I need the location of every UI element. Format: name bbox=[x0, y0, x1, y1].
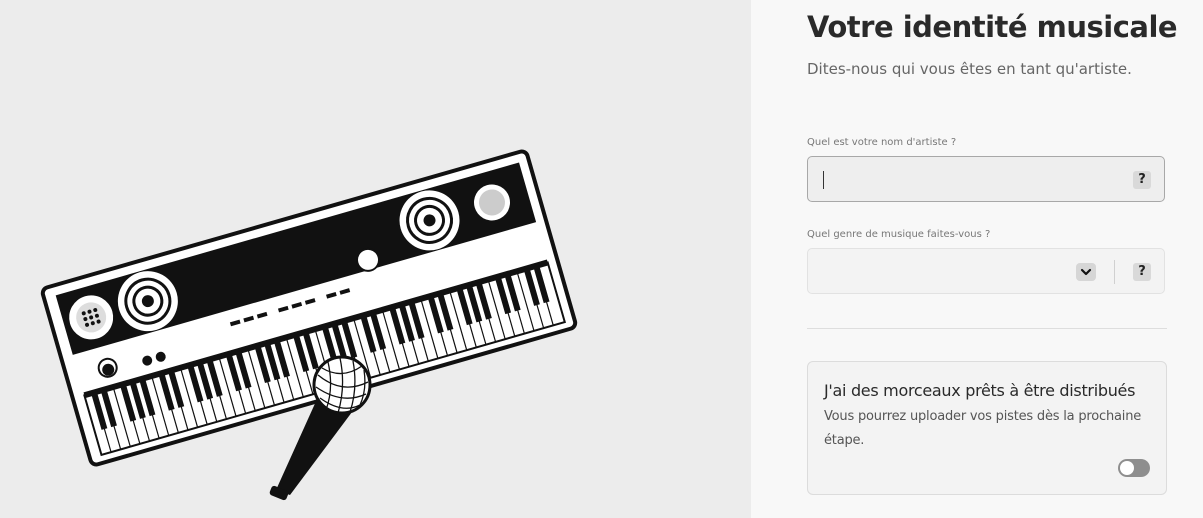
genre-label: Quel genre de musique faites-vous ? bbox=[807, 229, 991, 240]
page-title: Votre identité musicale bbox=[807, 10, 1178, 44]
keyboard-and-microphone-illustration bbox=[40, 149, 578, 501]
artist-name-label: Quel est votre nom d'artiste ? bbox=[807, 137, 957, 148]
toggle-knob bbox=[1120, 461, 1134, 475]
page-subtitle: Dites-nous qui vous êtes en tant qu'arti… bbox=[807, 60, 1132, 78]
text-caret bbox=[823, 171, 824, 189]
section-divider bbox=[807, 328, 1167, 329]
distribution-toggle[interactable] bbox=[1118, 459, 1150, 477]
distribution-card: J'ai des morceaux prêts à être distribué… bbox=[807, 361, 1167, 495]
illustration-panel bbox=[0, 0, 751, 518]
select-divider bbox=[1114, 260, 1115, 284]
distribution-title: J'ai des morceaux prêts à être distribué… bbox=[824, 381, 1136, 400]
artist-name-input[interactable]: ? bbox=[807, 156, 1165, 202]
genre-help-button[interactable]: ? bbox=[1133, 263, 1151, 281]
chevron-down-icon[interactable] bbox=[1076, 263, 1096, 281]
genre-select[interactable]: ? bbox=[807, 248, 1165, 294]
artist-name-help-button[interactable]: ? bbox=[1133, 171, 1151, 189]
distribution-description: Vous pourrez uploader vos pistes dès la … bbox=[824, 409, 1142, 448]
form-panel: Votre identité musicale Dites-nous qui v… bbox=[751, 0, 1203, 518]
